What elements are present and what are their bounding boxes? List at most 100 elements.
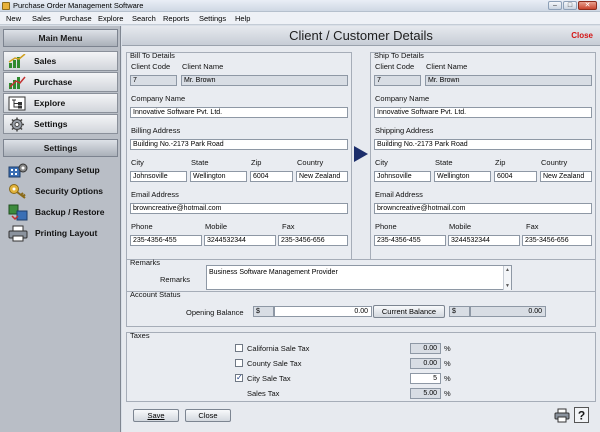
sidebar-item-label: Backup / Restore (35, 207, 105, 217)
bill-company-name-label: Company Name (131, 94, 186, 103)
explore-tree-icon (8, 96, 26, 111)
ship-email-label: Email Address (375, 190, 423, 199)
sidebar-item-company-setup[interactable]: Company Setup (3, 160, 118, 181)
sidebar-item-explore[interactable]: Explore (3, 93, 118, 113)
menu-bar: New Sales Purchase Explore Search Report… (0, 12, 600, 25)
menu-sales[interactable]: Sales (32, 14, 51, 23)
california-tax-field[interactable]: 0.00 (410, 343, 441, 354)
menu-settings[interactable]: Settings (199, 14, 226, 23)
opening-balance-field[interactable]: 0.00 (274, 306, 372, 317)
ship-to-label: Ship To Details (374, 51, 424, 60)
bill-client-name-field[interactable]: Mr. Brown (181, 75, 348, 86)
sidebar-item-security-options[interactable]: Security Options (3, 181, 118, 202)
maximize-button[interactable]: □ (563, 1, 577, 10)
sidebar-item-settings[interactable]: Settings (3, 114, 118, 134)
sidebar-item-label: Settings (34, 119, 68, 129)
minimize-button[interactable]: – (548, 1, 562, 10)
ship-city-field[interactable]: Johnsoville (374, 171, 431, 182)
ship-country-label: Country (541, 158, 568, 167)
county-tax-field[interactable]: 0.00 (410, 358, 441, 369)
menu-search[interactable]: Search (132, 14, 156, 23)
menu-help[interactable]: Help (235, 14, 250, 23)
taxes-group: Taxes California Sale Tax 0.00 % County … (126, 331, 596, 402)
shipping-address-field[interactable]: Building No.-2173 Park Road (374, 139, 592, 150)
menu-purchase[interactable]: Purchase (60, 14, 92, 23)
ship-company-name-label: Company Name (375, 94, 430, 103)
sidebar-item-sales[interactable]: Sales (3, 51, 118, 71)
bill-client-code-field[interactable]: 7 (130, 75, 177, 86)
copy-to-shipping-arrow-icon[interactable] (354, 146, 368, 162)
bill-fax-field[interactable]: 235-3456-656 (278, 235, 348, 246)
bill-company-name-field[interactable]: Innovative Software Pvt. Ltd. (130, 107, 348, 118)
ship-phone-label: Phone (375, 222, 397, 231)
menu-new[interactable]: New (6, 14, 21, 23)
city-tax-field[interactable]: 5 (410, 373, 441, 384)
company-setup-icon (8, 163, 28, 178)
bill-phone-field[interactable]: 235-4356-455 (130, 235, 202, 246)
ship-mobile-label: Mobile (449, 222, 472, 231)
sidebar-item-purchase[interactable]: Purchase (3, 72, 118, 92)
save-button[interactable]: Save (133, 409, 179, 422)
help-icon[interactable]: ? (574, 407, 589, 423)
main-panel: Client / Customer Details Close Bill To … (122, 26, 600, 432)
bill-zip-field[interactable]: 6004 (250, 171, 293, 182)
california-tax-checkbox[interactable] (235, 344, 243, 352)
remarks-group-label: Remarks (130, 258, 161, 267)
menu-reports[interactable]: Reports (163, 14, 189, 23)
city-tax-checkbox[interactable] (235, 373, 243, 383)
ship-phone-field[interactable]: 235-4356-455 (374, 235, 446, 246)
county-tax-unit: % (444, 359, 451, 368)
taxes-label: Taxes (130, 331, 150, 340)
window-title: Purchase Order Management Software (13, 1, 144, 10)
remarks-scrollbar[interactable]: ▲ ▼ (503, 266, 511, 290)
bill-to-group: Bill To Details Client Code Client Name … (126, 51, 352, 276)
sales-tax-field: 5.00 (410, 388, 441, 399)
menu-explore[interactable]: Explore (98, 14, 123, 23)
scroll-up-icon[interactable]: ▲ (505, 267, 510, 273)
close-button[interactable]: Close (185, 409, 231, 422)
scroll-down-icon[interactable]: ▼ (505, 283, 510, 289)
page-header: Client / Customer Details Close (122, 26, 600, 46)
bill-mobile-label: Mobile (205, 222, 228, 231)
page-close-link[interactable]: Close (571, 26, 593, 46)
ship-client-code-field[interactable]: 7 (374, 75, 421, 86)
printer-icon (8, 225, 28, 242)
opening-balance-currency: $ (253, 306, 274, 317)
opening-balance-label: Opening Balance (186, 308, 244, 317)
billing-address-field[interactable]: Building No.-2173 Park Road (130, 139, 348, 150)
ship-company-name-field[interactable]: Innovative Software Pvt. Ltd. (374, 107, 592, 118)
ship-state-field[interactable]: Wellington (434, 171, 491, 182)
ship-client-name-field[interactable]: Mr. Brown (425, 75, 592, 86)
sidebar-item-label: Explore (34, 98, 66, 108)
billing-address-label: Billing Address (131, 126, 181, 135)
remarks-textarea[interactable]: Business Software Management Provider (206, 265, 512, 290)
ship-mobile-field[interactable]: 3244532344 (448, 235, 520, 246)
bill-email-field[interactable]: browncreative@hotmail.com (130, 203, 348, 214)
bill-country-field[interactable]: New Zealand (296, 171, 348, 182)
ship-email-field[interactable]: browncreative@hotmail.com (374, 203, 592, 214)
window-close-button[interactable]: ✕ (578, 1, 597, 10)
city-tax-unit: % (444, 374, 451, 383)
sidebar-item-backup-restore[interactable]: Backup / Restore (3, 202, 118, 223)
bill-fax-label: Fax (282, 222, 295, 231)
bill-mobile-field[interactable]: 3244532344 (204, 235, 276, 246)
bill-state-field[interactable]: Wellington (190, 171, 247, 182)
sidebar-item-printing-layout[interactable]: Printing Layout (3, 223, 118, 244)
save-button-label: Save (147, 411, 165, 420)
bill-state-label: State (191, 158, 209, 167)
svg-text:?: ? (578, 409, 585, 423)
california-tax-label: California Sale Tax (247, 344, 310, 353)
current-balance-button[interactable]: Current Balance (373, 305, 445, 318)
print-icon[interactable] (554, 408, 570, 423)
ship-state-label: State (435, 158, 453, 167)
purchase-chart-icon (9, 76, 26, 89)
ship-zip-field[interactable]: 6004 (494, 171, 537, 182)
ship-country-field[interactable]: New Zealand (540, 171, 592, 182)
current-balance-field: 0.00 (470, 306, 546, 317)
bill-city-field[interactable]: Johnsoville (130, 171, 187, 182)
sidebar-item-label: Purchase (34, 77, 73, 87)
sales-chart-icon (8, 54, 26, 68)
ship-fax-field[interactable]: 235-3456-656 (522, 235, 592, 246)
county-tax-checkbox[interactable] (235, 359, 243, 367)
title-bar: Purchase Order Management Software – □ ✕ (0, 0, 600, 12)
